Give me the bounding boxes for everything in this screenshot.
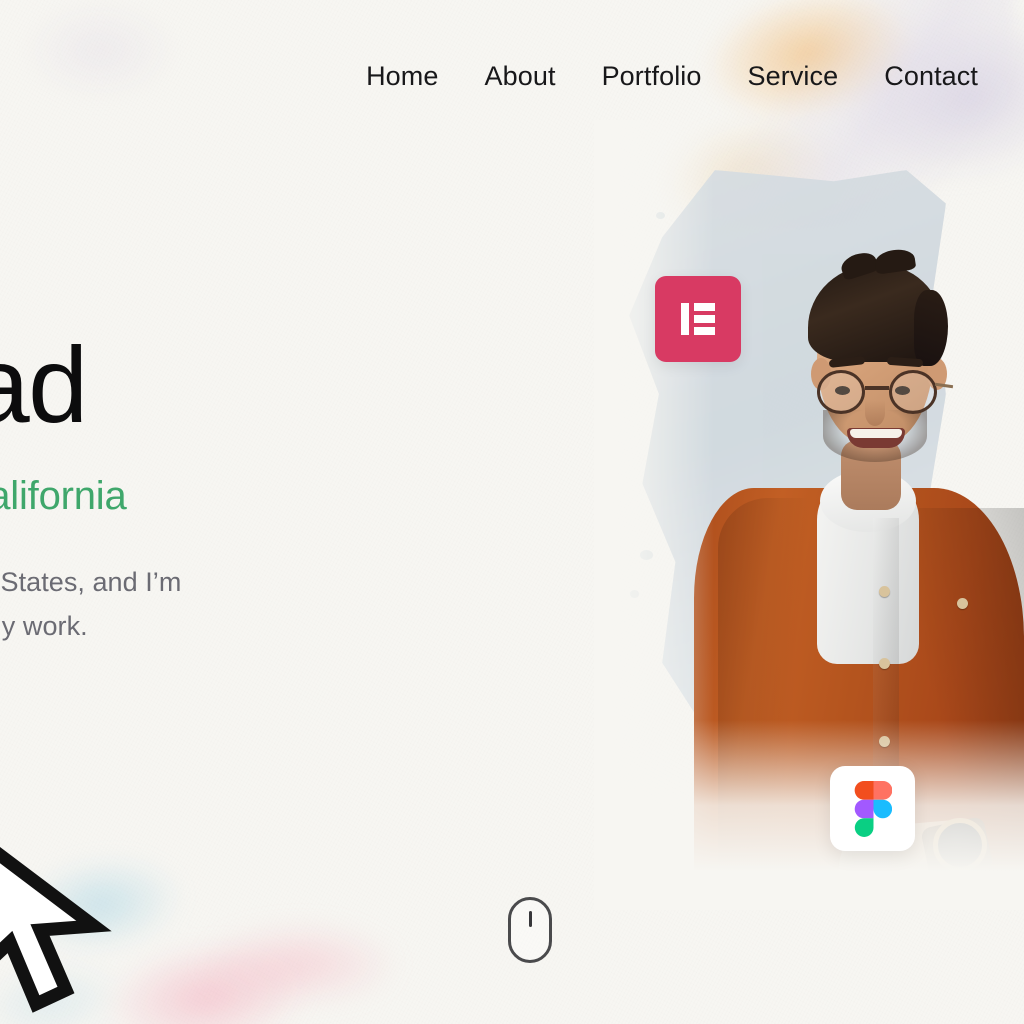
hair-tuft <box>873 247 917 275</box>
figma-logo-badge[interactable] <box>830 766 915 851</box>
hero-text-block: Fahad ner From California r based in Uni… <box>0 324 488 649</box>
lens-right <box>889 370 937 414</box>
hero-description: r based in United States, and I’m dedica… <box>0 561 488 648</box>
nav-item-contact[interactable]: Contact <box>861 63 978 90</box>
scroll-down-mouse-icon[interactable] <box>508 897 552 963</box>
jacket-button <box>957 598 968 609</box>
glasses-bridge <box>865 386 889 390</box>
page-root: Home About Portfolio Service Contact d l… <box>0 0 1024 1024</box>
photo-bottom-fade <box>594 720 1024 910</box>
eyeglasses <box>815 370 954 416</box>
nav-item-about[interactable]: About <box>462 63 579 90</box>
nav-item-service[interactable]: Service <box>725 63 862 90</box>
elementor-logo-badge[interactable] <box>655 276 741 362</box>
mouse-cursor <box>0 826 134 1024</box>
lens-left <box>817 370 865 414</box>
jacket-button <box>879 658 890 669</box>
glasses-temple <box>934 382 954 389</box>
hero-tagline-accent: California <box>0 474 127 519</box>
watercolor-wash-bottom-left <box>0 786 378 1024</box>
scroll-wheel <box>528 911 532 927</box>
figma-icon <box>854 780 892 837</box>
hero-tagline: ner From California <box>0 474 488 518</box>
nav-item-portfolio[interactable]: Portfolio <box>579 63 725 90</box>
mouth <box>847 428 905 448</box>
cursor-arrow-icon <box>0 846 112 1013</box>
hero-description-line2: dedicated to my work. <box>0 610 88 641</box>
teeth <box>850 429 902 438</box>
hair <box>808 264 948 366</box>
jacket-button <box>879 586 890 597</box>
watercolor-wash-bottom-left-2 <box>150 874 450 1024</box>
elementor-icon <box>681 303 715 335</box>
main-navigation: Home About Portfolio Service Contact <box>0 63 1024 90</box>
hero-portrait-photo <box>594 120 1024 910</box>
hero-title: Fahad <box>0 324 88 445</box>
nav-item-home[interactable]: Home <box>343 63 461 90</box>
hero-description-line1: r based in United States, and I’m <box>0 567 182 598</box>
